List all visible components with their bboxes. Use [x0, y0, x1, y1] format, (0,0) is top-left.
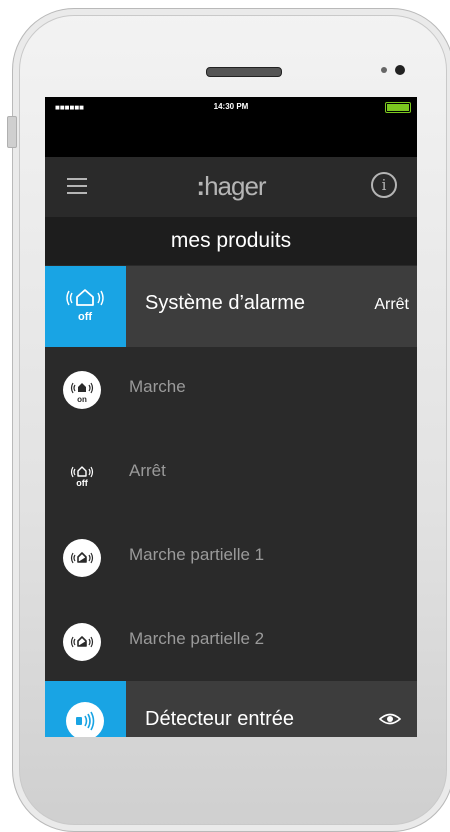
detector-tile — [45, 681, 126, 737]
phone-speaker — [206, 67, 282, 77]
status-time: 14:30 PM — [213, 102, 249, 111]
alarm-status-badge: Arrêt — [374, 296, 409, 313]
eye-icon[interactable] — [379, 711, 401, 727]
page-title: mes produits — [45, 217, 417, 265]
mode-marche-item[interactable]: on Marche — [45, 347, 417, 431]
alarm-system-label: Système d’alarme — [145, 292, 306, 314]
svg-text:on: on — [77, 395, 87, 404]
detector-icon — [66, 702, 104, 737]
top-spacer — [45, 117, 417, 157]
alarm-off-icon: off — [63, 455, 101, 493]
phone-sensor — [381, 67, 387, 73]
phone-side-button — [7, 116, 17, 148]
app-screen: ■■■■■■ 14:30 PM :hager i mes produits of… — [45, 97, 417, 737]
mode-arret-label: Arrêt — [129, 461, 166, 480]
alarm-partial-icon — [63, 539, 101, 577]
mode-arret-item[interactable]: off Arrêt — [45, 431, 417, 515]
alarm-partial-icon — [63, 623, 101, 661]
phone-camera — [395, 65, 405, 75]
mode-marche-label: Marche — [129, 377, 186, 396]
info-icon[interactable]: i — [371, 172, 397, 198]
mode-marche-partielle-2-item[interactable]: Marche partielle 2 — [45, 599, 417, 683]
detector-row[interactable]: Détecteur entrée — [45, 681, 417, 737]
mode-marche-partielle-2-label: Marche partielle 2 — [129, 629, 265, 648]
mode-marche-partielle-1-item[interactable]: Marche partielle 1 — [45, 515, 417, 599]
mode-marche-partielle-1-label: Marche partielle 1 — [129, 545, 265, 564]
detector-label: Détecteur entrée — [145, 708, 294, 730]
nav-bar: :hager i — [45, 157, 417, 217]
alarm-system-row[interactable]: off Système d’alarme Arrêt — [45, 266, 417, 347]
status-bar: ■■■■■■ 14:30 PM — [45, 97, 417, 117]
alarm-system-tile: off — [45, 266, 126, 347]
svg-text:off: off — [78, 311, 92, 323]
alarm-off-icon: off — [66, 289, 104, 323]
svg-text:off: off — [76, 478, 88, 488]
hager-logo: :hager — [196, 171, 266, 201]
battery-fill — [387, 104, 409, 111]
battery-icon — [385, 102, 411, 113]
alarm-on-icon: on — [63, 371, 101, 409]
